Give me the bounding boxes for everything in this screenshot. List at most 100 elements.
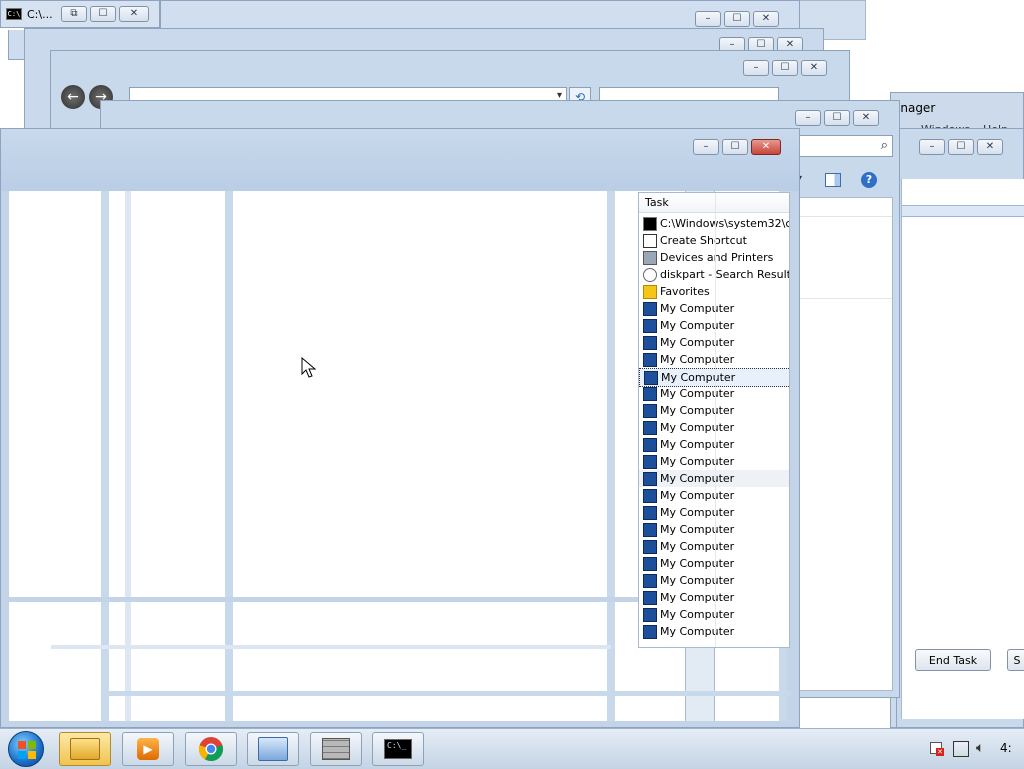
taskbar-chrome-button[interactable]: [185, 732, 237, 766]
close-button[interactable]: ✕: [119, 6, 149, 22]
minimize-button[interactable]: –: [695, 11, 721, 27]
my-computer-icon: [643, 471, 657, 486]
close-button[interactable]: ✕: [977, 139, 1003, 155]
my-computer-icon: [643, 420, 657, 435]
task-list-item-label: My Computer: [660, 625, 735, 638]
brick-wall-icon: [322, 738, 350, 760]
action-center-flag-icon[interactable]: ✕: [930, 742, 944, 756]
restore-button[interactable]: ⧉: [61, 6, 87, 22]
pane-divider: [225, 191, 233, 721]
task-list-item-label: My Computer: [660, 387, 735, 400]
task-list-item-label: My Computer: [661, 371, 736, 384]
taskbar: ▶ C:\_ ✕ 🔈︎ 4:: [0, 728, 1024, 769]
title-bar: [1, 129, 799, 191]
search-icon: [643, 267, 657, 282]
task-list-item-label: My Computer: [660, 421, 735, 434]
task-list-item-label: My Computer: [660, 336, 735, 349]
maximize-button[interactable]: ☐: [948, 139, 974, 155]
pane-divider: [607, 191, 615, 721]
clock[interactable]: 4:: [1000, 741, 1012, 755]
switch-to-button[interactable]: S: [1007, 649, 1024, 671]
taskbar-media-player-button[interactable]: ▶: [122, 732, 174, 766]
task-list-item-label: My Computer: [660, 506, 735, 519]
my-computer-icon: [643, 522, 657, 537]
close-button[interactable]: ✕: [753, 11, 779, 27]
cmd-title: C:\...: [27, 8, 53, 21]
taskbar-explorer-button[interactable]: [59, 732, 111, 766]
command-prompt-icon: C:\_: [384, 739, 412, 759]
chrome-icon: [198, 737, 224, 762]
task-list-item-label: C:\Windows\system32\cmd: [660, 217, 789, 230]
media-player-icon: ▶: [137, 738, 159, 760]
minimize-button[interactable]: –: [795, 110, 821, 126]
switch-to-label: S: [1013, 653, 1021, 667]
end-task-label: End Task: [928, 653, 978, 667]
back-button[interactable]: ←: [61, 85, 85, 109]
my-computer-icon: [643, 607, 657, 622]
minimize-button[interactable]: –: [919, 139, 945, 155]
search-icon[interactable]: ⌕: [881, 138, 888, 153]
task-list-item-label: My Computer: [660, 557, 735, 570]
my-computer-icon: [643, 624, 657, 639]
task-list-item-label: Create Shortcut: [660, 234, 747, 247]
maximize-button[interactable]: ☐: [90, 6, 116, 22]
my-computer-icon: [643, 454, 657, 469]
my-computer-icon: [644, 370, 658, 385]
maximize-button[interactable]: ☐: [722, 139, 748, 155]
maximize-button[interactable]: ☐: [772, 60, 798, 76]
my-computer-icon: [643, 505, 657, 520]
taskbar-firewall-button[interactable]: [310, 732, 362, 766]
my-computer-icon: [643, 352, 657, 367]
my-computer-icon: [643, 539, 657, 554]
close-button[interactable]: ✕: [751, 139, 781, 155]
task-list-item-label: My Computer: [660, 319, 735, 332]
my-computer-icon: [643, 335, 657, 350]
task-list-item-label: My Computer: [660, 574, 735, 587]
network-icon[interactable]: [953, 741, 969, 757]
task-list-item-label: My Computer: [660, 472, 735, 485]
my-computer-icon: [643, 573, 657, 588]
task-list-item-label: My Computer: [660, 591, 735, 604]
task-list-item-label: My Computer: [660, 540, 735, 553]
pane-divider: [125, 191, 131, 721]
task-list-item-label: My Computer: [660, 455, 735, 468]
task-list-item-label: My Computer: [660, 404, 735, 417]
task-list-item-label: My Computer: [660, 353, 735, 366]
help-icon[interactable]: ?: [861, 172, 877, 188]
star-icon: [643, 284, 657, 299]
shortcut-icon: [643, 233, 657, 248]
taskbar-control-panel-button[interactable]: [247, 732, 299, 766]
minimize-button[interactable]: –: [743, 60, 769, 76]
maximize-button[interactable]: ☐: [824, 110, 850, 126]
task-list-item-label: My Computer: [660, 438, 735, 451]
task-list: Task C:\Windows\system32\cmd Create Short…: [638, 192, 790, 648]
process-row-highlight: [902, 205, 1024, 217]
cmd-icon: C:\: [6, 8, 22, 20]
minimize-button[interactable]: –: [693, 139, 719, 155]
task-list-divider: [715, 193, 716, 647]
ghost-line: [101, 691, 791, 696]
task-list-item-label: My Computer: [660, 608, 735, 621]
maximize-button[interactable]: ☐: [724, 11, 750, 27]
end-task-button[interactable]: End Task: [915, 649, 991, 671]
task-list-item-label: My Computer: [660, 302, 735, 315]
start-button[interactable]: [8, 731, 44, 767]
mouse-cursor-icon: [301, 357, 317, 378]
task-list-item-label: Devices and Printers: [660, 251, 774, 264]
windows-logo-icon: [18, 741, 36, 759]
close-button[interactable]: ✕: [801, 60, 827, 76]
my-computer-icon: [643, 301, 657, 316]
preview-pane-icon[interactable]: [825, 173, 841, 187]
folder-icon: [70, 738, 100, 760]
close-button[interactable]: ✕: [853, 110, 879, 126]
command-prompt-icon: [643, 216, 657, 231]
ghost-window-1: – ☐ ✕: [160, 0, 800, 30]
task-list-item-label: My Computer: [660, 523, 735, 536]
my-computer-icon: [643, 590, 657, 605]
my-computer-icon: [643, 403, 657, 418]
pane-divider: [101, 191, 109, 721]
task-manager-inner-window: – ☐ ✕ End Task S: [896, 128, 1024, 728]
volume-icon[interactable]: 🔈︎: [976, 740, 984, 756]
taskbar-cmd-button[interactable]: C:\_: [372, 732, 424, 766]
my-computer-icon: [643, 556, 657, 571]
